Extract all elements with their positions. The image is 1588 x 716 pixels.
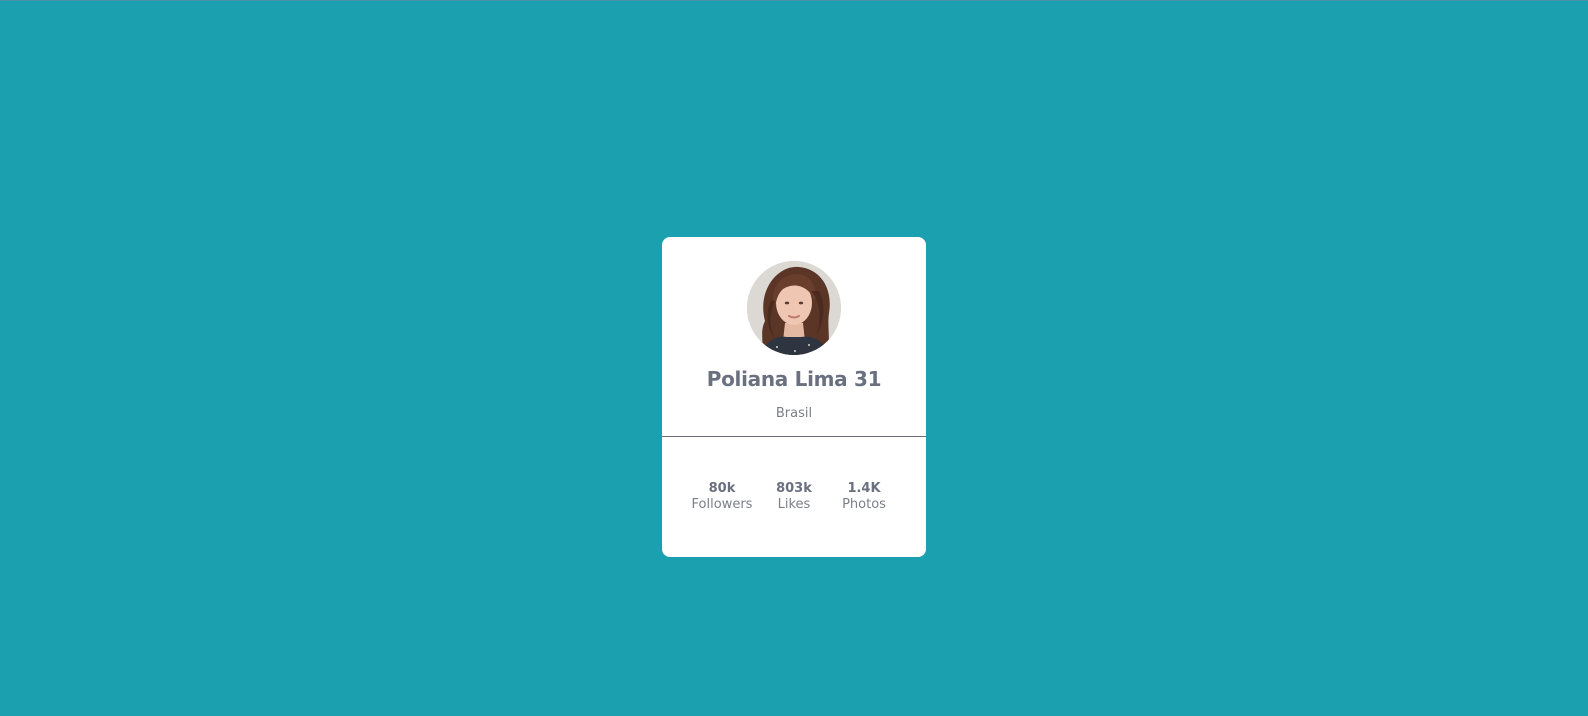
avatar <box>747 261 841 355</box>
stat-likes-label: Likes <box>777 497 811 512</box>
top-border <box>0 0 1588 1</box>
profile-location: Brasil <box>775 406 813 421</box>
stat-photos-label: Photos <box>842 497 886 512</box>
stat-followers-label: Followers <box>691 497 753 512</box>
stat-photos-value: 1.4K <box>847 481 881 496</box>
profile-stats: 80k Followers 803k Likes 1.4K Photos <box>662 481 926 521</box>
stat-followers-value: 80k <box>708 481 736 496</box>
profile-card: Poliana Lima 31 Brasil 80k Followers 803… <box>662 237 926 557</box>
profile-card-header: Poliana Lima 31 Brasil <box>662 237 926 437</box>
stat-likes: 803k Likes <box>772 481 816 513</box>
stat-likes-value: 803k <box>776 481 812 496</box>
stat-photos: 1.4K Photos <box>836 481 892 513</box>
stat-followers: 80k Followers <box>690 481 754 513</box>
avatar-image <box>747 261 841 355</box>
profile-name: Poliana Lima 31 <box>706 367 882 391</box>
